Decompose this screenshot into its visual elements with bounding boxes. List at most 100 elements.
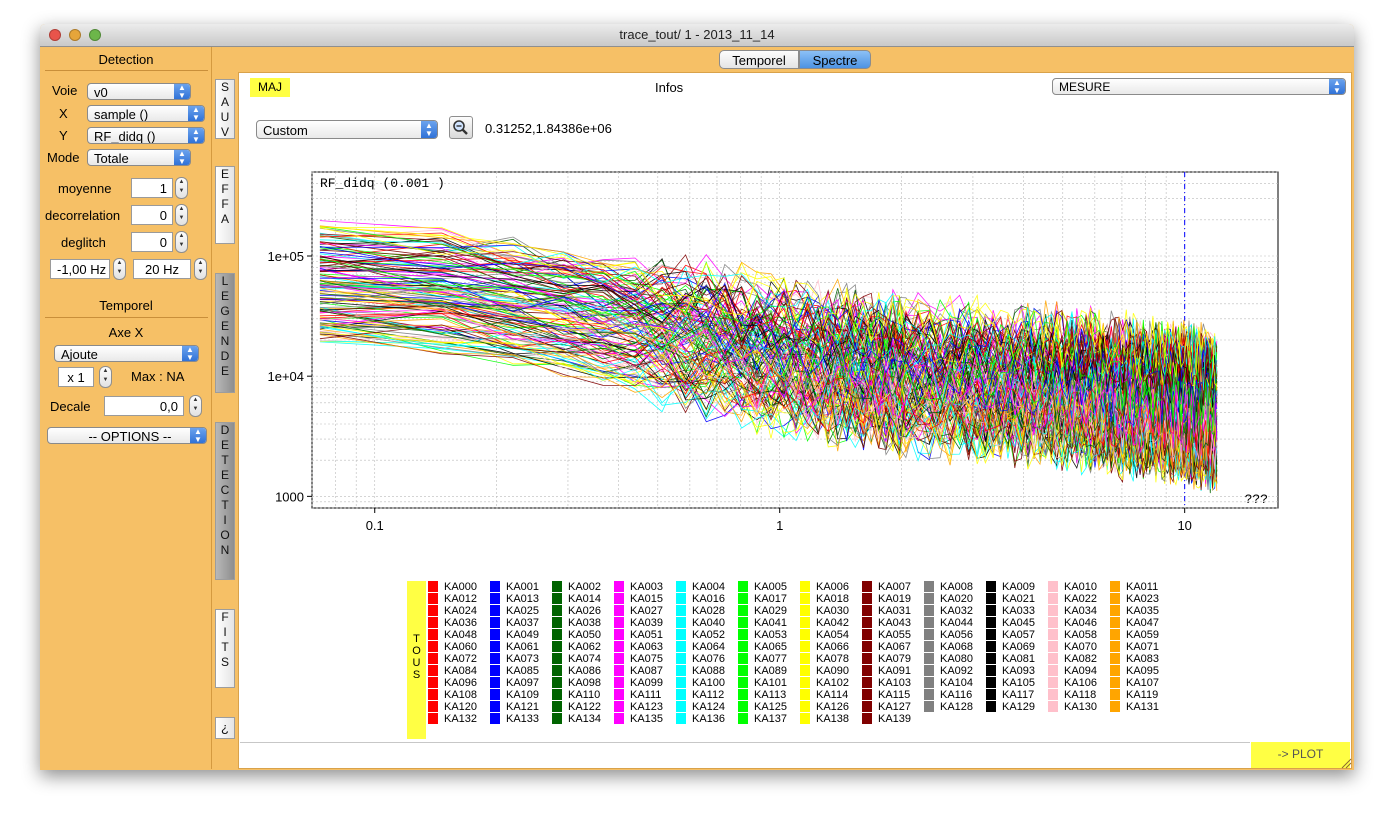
legend-item[interactable]: KA127 <box>862 701 924 713</box>
close-window-button[interactable] <box>49 29 61 41</box>
legend-item[interactable]: KA119 <box>1110 689 1172 701</box>
legend-item[interactable]: KA000 <box>428 581 490 593</box>
legend-item[interactable]: KA011 <box>1110 581 1172 593</box>
legend-item[interactable]: KA089 <box>738 665 800 677</box>
legend-item[interactable]: KA035 <box>1110 605 1172 617</box>
legend-item[interactable]: KA084 <box>428 665 490 677</box>
legend-item[interactable]: KA085 <box>490 665 552 677</box>
legend-item[interactable]: KA055 <box>862 629 924 641</box>
legend-item[interactable]: KA101 <box>738 677 800 689</box>
legend-item[interactable]: KA061 <box>490 641 552 653</box>
legend-item[interactable]: KA128 <box>924 701 986 713</box>
legend-item[interactable]: KA111 <box>614 689 676 701</box>
legend-item[interactable]: KA004 <box>676 581 738 593</box>
legend-item[interactable]: KA027 <box>614 605 676 617</box>
minimize-window-button[interactable] <box>69 29 81 41</box>
legend-item[interactable]: KA014 <box>552 593 614 605</box>
legend-item[interactable]: KA083 <box>1110 653 1172 665</box>
options-select[interactable]: -- OPTIONS -- ▲ ▼ <box>47 427 207 444</box>
legend-item[interactable]: KA081 <box>986 653 1048 665</box>
legend-item[interactable]: KA007 <box>862 581 924 593</box>
legend-item[interactable]: KA074 <box>552 653 614 665</box>
legend-item[interactable]: KA057 <box>986 629 1048 641</box>
legend-item[interactable]: KA052 <box>676 629 738 641</box>
decorrelation-stepper[interactable]: ▲ ▼ <box>175 204 188 226</box>
legend-item[interactable]: KA113 <box>738 689 800 701</box>
legend-item[interactable]: KA075 <box>614 653 676 665</box>
legend-item[interactable]: KA094 <box>1048 665 1110 677</box>
legend-item[interactable]: KA126 <box>800 701 862 713</box>
freq-low-field[interactable]: -1,00 Hz <box>50 259 110 279</box>
legend-item[interactable]: KA078 <box>800 653 862 665</box>
fits-tab[interactable]: FITS <box>215 609 235 688</box>
legend-item[interactable]: KA079 <box>862 653 924 665</box>
legend-item[interactable]: KA032 <box>924 605 986 617</box>
custom-select[interactable]: Custom ▲ ▼ <box>256 120 438 139</box>
legend-item[interactable]: KA044 <box>924 617 986 629</box>
legend-item[interactable]: KA088 <box>676 665 738 677</box>
legend-item[interactable]: KA086 <box>552 665 614 677</box>
legend-item[interactable]: KA121 <box>490 701 552 713</box>
moyenne-stepper[interactable]: ▲ ▼ <box>175 177 188 199</box>
x-select[interactable]: sample () ▲ ▼ <box>87 105 205 122</box>
legend-item[interactable]: KA025 <box>490 605 552 617</box>
spectrum-chart[interactable]: 0.1 1 10 1000 1e+04 1e+05 RF_didq (0.001 )??? <box>260 165 1290 535</box>
decale-field[interactable]: 0,0 <box>104 396 184 416</box>
legend-item[interactable]: KA070 <box>1048 641 1110 653</box>
legend-item[interactable]: KA097 <box>490 677 552 689</box>
deglitch-field[interactable]: 0 <box>131 232 173 252</box>
legend-item[interactable]: KA053 <box>738 629 800 641</box>
legend-item[interactable]: KA003 <box>614 581 676 593</box>
legend-item[interactable]: KA033 <box>986 605 1048 617</box>
legend-item[interactable]: KA043 <box>862 617 924 629</box>
legend-item[interactable]: KA017 <box>738 593 800 605</box>
legend-item[interactable]: KA117 <box>986 689 1048 701</box>
legend-item[interactable]: KA129 <box>986 701 1048 713</box>
legend-item[interactable]: KA104 <box>924 677 986 689</box>
legend-item[interactable]: KA131 <box>1110 701 1172 713</box>
legend-item[interactable]: KA045 <box>986 617 1048 629</box>
legend-item[interactable]: KA116 <box>924 689 986 701</box>
legend-item[interactable]: KA064 <box>676 641 738 653</box>
legend-item[interactable]: KA130 <box>1048 701 1110 713</box>
legend-item[interactable]: KA133 <box>490 713 552 725</box>
freq-low-stepper[interactable]: ▲ ▼ <box>113 258 126 280</box>
legend-item[interactable]: KA137 <box>738 713 800 725</box>
legend-item[interactable]: KA040 <box>676 617 738 629</box>
legend-item[interactable]: KA123 <box>614 701 676 713</box>
legend-item[interactable]: KA095 <box>1110 665 1172 677</box>
legend-item[interactable]: KA136 <box>676 713 738 725</box>
legend-item[interactable]: KA067 <box>862 641 924 653</box>
legend-item[interactable]: KA016 <box>676 593 738 605</box>
legend-item[interactable]: KA076 <box>676 653 738 665</box>
legend-item[interactable]: KA019 <box>862 593 924 605</box>
legend-item[interactable]: KA092 <box>924 665 986 677</box>
legend-item[interactable]: KA031 <box>862 605 924 617</box>
legend-item[interactable]: KA138 <box>800 713 862 725</box>
legend-item[interactable]: KA048 <box>428 629 490 641</box>
legend-item[interactable]: KA047 <box>1110 617 1172 629</box>
axe-x-select[interactable]: Ajoute ▲ ▼ <box>54 345 199 362</box>
legend-item[interactable]: KA041 <box>738 617 800 629</box>
moyenne-field[interactable]: 1 <box>131 178 173 198</box>
sauv-tab[interactable]: SAUV <box>215 79 235 139</box>
freq-high-stepper[interactable]: ▲ ▼ <box>194 258 207 280</box>
legend-item[interactable]: KA022 <box>1048 593 1110 605</box>
y-select[interactable]: RF_didq () ▲ ▼ <box>87 127 205 144</box>
legend-item[interactable]: KA125 <box>738 701 800 713</box>
legend-item[interactable]: KA077 <box>738 653 800 665</box>
legend-item[interactable]: KA001 <box>490 581 552 593</box>
legend-item[interactable]: KA090 <box>800 665 862 677</box>
legend-item[interactable]: KA112 <box>676 689 738 701</box>
legend-item[interactable]: KA115 <box>862 689 924 701</box>
legend-item[interactable]: KA110 <box>552 689 614 701</box>
detection-tab[interactable]: DETECTION <box>215 422 235 580</box>
help-tab[interactable]: ¿ <box>215 717 235 739</box>
tab-temporel[interactable]: Temporel <box>719 50 799 69</box>
zoom-button[interactable] <box>449 116 473 139</box>
legend-item[interactable]: KA120 <box>428 701 490 713</box>
legend-item[interactable]: KA058 <box>1048 629 1110 641</box>
legend-item[interactable]: KA021 <box>986 593 1048 605</box>
scale-stepper[interactable]: ▲ ▼ <box>99 366 112 388</box>
legend-item[interactable]: KA013 <box>490 593 552 605</box>
